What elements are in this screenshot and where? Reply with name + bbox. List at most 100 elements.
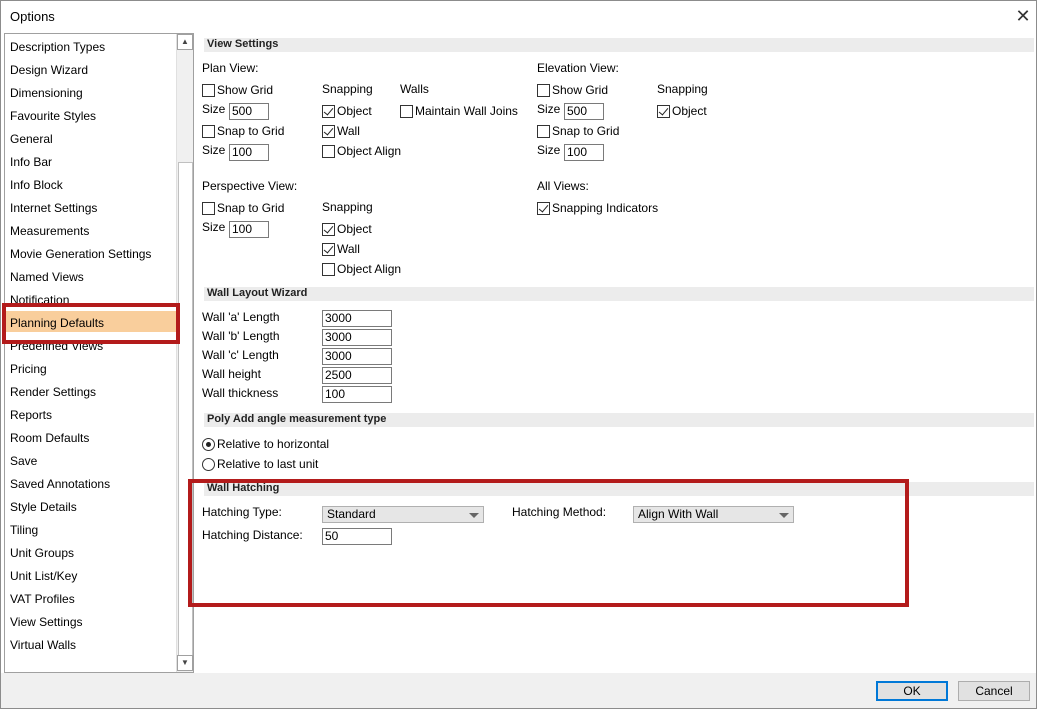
- view-settings-header-bar: [204, 38, 1034, 52]
- plan-grid-size-input[interactable]: 500: [229, 103, 269, 120]
- plan-size2-label: Size: [202, 143, 226, 157]
- elev-snap-to-grid-label: Snap to Grid: [552, 124, 620, 138]
- plan-snap-to-grid-label: Snap to Grid: [217, 124, 285, 138]
- wall-a-length-label: Wall 'a' Length: [202, 310, 280, 324]
- persp-snap-wall-label: Wall: [337, 242, 360, 256]
- wall-a-length-input[interactable]: 3000: [322, 310, 392, 327]
- persp-snap-to-grid-label: Snap to Grid: [217, 201, 285, 215]
- persp-snap-object-align-checkbox[interactable]: [322, 263, 335, 276]
- relative-to-horizontal-radio[interactable]: [202, 438, 215, 451]
- wall-layout-wizard-title: Wall Layout Wizard: [207, 287, 308, 299]
- cancel-button[interactable]: Cancel: [958, 681, 1030, 701]
- plan-snapping-label: Snapping: [322, 82, 373, 96]
- nav-item-virtual-walls[interactable]: Virtual Walls: [10, 635, 76, 655]
- title-bar: Options ✕: [1, 1, 1036, 31]
- wall-c-length-label: Wall 'c' Length: [202, 348, 279, 362]
- plan-snap-size-input[interactable]: 100: [229, 144, 269, 161]
- poly-add-title: Poly Add angle measurement type: [207, 413, 387, 425]
- persp-snapping-label: Snapping: [322, 200, 373, 214]
- plan-show-grid-label: Show Grid: [217, 83, 274, 97]
- nav-item-saved-annotations[interactable]: Saved Annotations: [10, 474, 110, 494]
- elevation-view-label: Elevation View:: [537, 61, 619, 75]
- plan-snap-object-checkbox[interactable]: [322, 105, 335, 118]
- nav-item-unit-list-key[interactable]: Unit List/Key: [10, 566, 77, 586]
- nav-item-measurements[interactable]: Measurements: [10, 221, 89, 241]
- elev-snap-size-input[interactable]: 100: [564, 144, 604, 161]
- wall-b-length-input[interactable]: 3000: [322, 329, 392, 346]
- relative-to-last-unit-radio[interactable]: [202, 458, 215, 471]
- nav-item-favourite-styles[interactable]: Favourite Styles: [10, 106, 96, 126]
- persp-snap-wall-checkbox[interactable]: [322, 243, 335, 256]
- nav-item-vat-profiles[interactable]: VAT Profiles: [10, 589, 75, 609]
- elev-snap-object-checkbox[interactable]: [657, 105, 670, 118]
- wall-layout-wizard-header-bar: [204, 287, 1034, 301]
- plan-snap-object-align-label: Object Align: [337, 144, 402, 158]
- plan-snap-wall-label: Wall: [337, 124, 360, 138]
- plan-show-grid-checkbox[interactable]: [202, 84, 215, 97]
- dialog-footer: OK Cancel: [1, 673, 1036, 708]
- nav-item-description-types[interactable]: Description Types: [10, 37, 105, 57]
- persp-snap-object-label: Object: [337, 222, 372, 236]
- scroll-up-button[interactable]: ▲: [177, 34, 193, 50]
- nav-item-info-block[interactable]: Info Block: [10, 175, 63, 195]
- elev-snap-to-grid-checkbox[interactable]: [537, 125, 550, 138]
- elev-snapping-label: Snapping: [657, 82, 708, 96]
- relative-to-horizontal-label: Relative to horizontal: [217, 437, 330, 451]
- elev-show-grid-checkbox[interactable]: [537, 84, 550, 97]
- nav-item-save[interactable]: Save: [10, 451, 37, 471]
- nav-item-render-settings[interactable]: Render Settings: [10, 382, 96, 402]
- persp-snap-object-checkbox[interactable]: [322, 223, 335, 236]
- perspective-view-label: Perspective View:: [202, 179, 298, 193]
- view-settings-title: View Settings: [207, 38, 279, 50]
- nav-item-info-bar[interactable]: Info Bar: [10, 152, 52, 172]
- wall-height-label: Wall height: [202, 367, 261, 381]
- nav-item-pricing[interactable]: Pricing: [10, 359, 47, 379]
- nav-item-general[interactable]: General: [10, 129, 53, 149]
- maintain-wall-joins-checkbox[interactable]: [400, 105, 413, 118]
- nav-item-tiling[interactable]: Tiling: [10, 520, 38, 540]
- nav-item-internet-settings[interactable]: Internet Settings: [10, 198, 97, 218]
- wall-height-input[interactable]: 2500: [322, 367, 392, 384]
- nav-item-view-settings[interactable]: View Settings: [10, 612, 83, 632]
- snapping-indicators-label: Snapping Indicators: [552, 201, 659, 215]
- category-list[interactable]: Description Types Design Wizard Dimensioni…: [4, 33, 194, 673]
- nav-item-unit-groups[interactable]: Unit Groups: [10, 543, 74, 563]
- annotation-highlight-wall-hatching: [188, 479, 909, 607]
- maintain-wall-joins-label: Maintain Wall Joins: [415, 104, 518, 118]
- nav-item-style-details[interactable]: Style Details: [10, 497, 77, 517]
- plan-view-label: Plan View:: [202, 61, 259, 75]
- relative-to-last-unit-label: Relative to last unit: [217, 457, 319, 471]
- plan-size1-label: Size: [202, 102, 226, 116]
- plan-walls-label: Walls: [400, 82, 429, 96]
- elev-grid-size-input[interactable]: 500: [564, 103, 604, 120]
- elev-snap-object-label: Object: [672, 104, 707, 118]
- persp-snap-size-input[interactable]: 100: [229, 221, 269, 238]
- plan-snap-object-align-checkbox[interactable]: [322, 145, 335, 158]
- close-icon[interactable]: ✕: [1011, 3, 1035, 29]
- wall-thickness-label: Wall thickness: [202, 386, 279, 400]
- elev-show-grid-label: Show Grid: [552, 83, 609, 97]
- window-title: Options: [10, 9, 55, 24]
- nav-item-reports[interactable]: Reports: [10, 405, 52, 425]
- annotation-highlight-planning-defaults: [2, 303, 180, 344]
- nav-item-room-defaults[interactable]: Room Defaults: [10, 428, 89, 448]
- ok-button[interactable]: OK: [876, 681, 948, 701]
- all-views-label: All Views:: [537, 179, 589, 193]
- persp-snap-object-align-label: Object Align: [337, 262, 402, 276]
- nav-item-dimensioning[interactable]: Dimensioning: [10, 83, 83, 103]
- nav-item-design-wizard[interactable]: Design Wizard: [10, 60, 88, 80]
- scroll-down-button[interactable]: ▼: [177, 655, 193, 671]
- plan-snap-object-label: Object: [337, 104, 372, 118]
- persp-snap-to-grid-checkbox[interactable]: [202, 202, 215, 215]
- nav-item-movie-generation-settings[interactable]: Movie Generation Settings: [10, 244, 151, 264]
- wall-b-length-label: Wall 'b' Length: [202, 329, 280, 343]
- wall-c-length-input[interactable]: 3000: [322, 348, 392, 365]
- elev-size2-label: Size: [537, 143, 561, 157]
- nav-item-named-views[interactable]: Named Views: [10, 267, 84, 287]
- persp-size-label: Size: [202, 220, 226, 234]
- snapping-indicators-checkbox[interactable]: [537, 202, 550, 215]
- elev-size1-label: Size: [537, 102, 561, 116]
- wall-thickness-input[interactable]: 100: [322, 386, 392, 403]
- plan-snap-wall-checkbox[interactable]: [322, 125, 335, 138]
- plan-snap-to-grid-checkbox[interactable]: [202, 125, 215, 138]
